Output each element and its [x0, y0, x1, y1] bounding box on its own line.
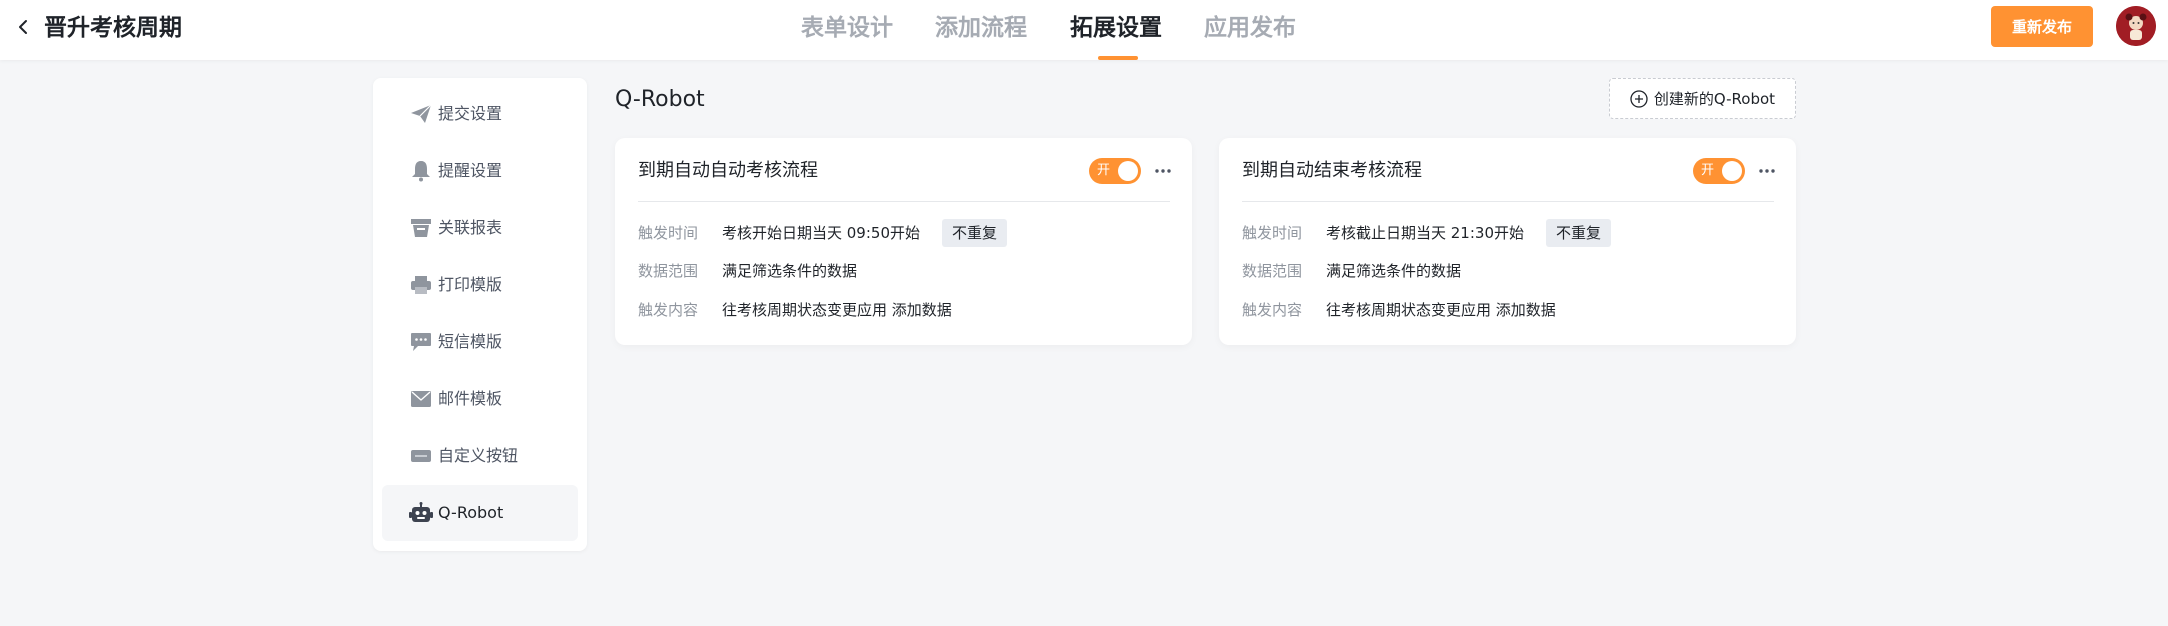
button-icon [409, 445, 433, 467]
send-icon [409, 103, 433, 125]
trigger-time-value: 考核截止日期当天 21:30开始 [1326, 224, 1524, 242]
toggle-knob [1722, 161, 1742, 181]
active-tab-indicator [1098, 56, 1138, 60]
message-icon [409, 331, 433, 353]
toggle-label: 开 [1701, 163, 1715, 178]
sidebar-item-label: 打印模版 [438, 275, 503, 294]
robot-card: 到期自动自动考核流程 开 触发时间 考核开始日期当天 09:50开始 不重复 数… [615, 138, 1192, 345]
sidebar-item-sms-template[interactable]: 短信模版 [382, 314, 578, 370]
sidebar-item-label: 邮件模板 [438, 389, 503, 408]
trigger-content-label: 触发内容 [638, 301, 699, 319]
tab-add-process[interactable]: 添加流程 [935, 12, 1027, 44]
data-scope-label: 数据范围 [1242, 262, 1303, 280]
sidebar-item-label: 提醒设置 [438, 161, 503, 180]
chevron-left-icon [19, 20, 27, 34]
sidebar-item-label: 自定义按钮 [438, 446, 519, 465]
card-divider [1242, 201, 1774, 202]
printer-icon [409, 274, 433, 296]
sidebar-item-mail-template[interactable]: 邮件模板 [382, 371, 578, 427]
repeat-badge: 不重复 [942, 219, 1008, 247]
tab-form-design[interactable]: 表单设计 [801, 12, 893, 44]
sidebar-item-print-template[interactable]: 打印模版 [382, 257, 578, 313]
card-divider [638, 201, 1170, 202]
republish-button[interactable]: 重新发布 [1991, 6, 2093, 47]
sidebar-item-label: 关联报表 [438, 218, 503, 237]
data-scope-value: 满足筛选条件的数据 [1326, 262, 1462, 280]
sidebar-item-linked-report[interactable]: 关联报表 [382, 200, 578, 256]
trigger-time-label: 触发时间 [638, 224, 699, 242]
robot-enable-toggle[interactable]: 开 [1089, 158, 1141, 184]
page-title: Q-Robot [615, 87, 705, 112]
sidebar-item-custom-button[interactable]: 自定义按钮 [382, 428, 578, 484]
more-horizontal-icon [1155, 169, 1171, 173]
more-options-button[interactable] [1152, 160, 1174, 182]
tab-app-publish[interactable]: 应用发布 [1204, 12, 1296, 44]
trigger-content-value: 往考核周期状态变更应用 添加数据 [722, 301, 952, 319]
robot-enable-toggle[interactable]: 开 [1693, 158, 1745, 184]
create-button-label: 创建新的Q-Robot [1653, 90, 1776, 108]
toggle-knob [1118, 161, 1138, 181]
sidebar-item-reminder-settings[interactable]: 提醒设置 [382, 143, 578, 199]
plus-circle-icon [1630, 89, 1648, 108]
app-title: 晋升考核周期 [44, 15, 182, 41]
toggle-label: 开 [1097, 163, 1111, 178]
trigger-time-value: 考核开始日期当天 09:50开始 [722, 224, 920, 242]
bell-icon [409, 160, 433, 182]
trigger-content-label: 触发内容 [1242, 301, 1303, 319]
data-scope-label: 数据范围 [638, 262, 699, 280]
settings-sidebar: 提交设置 提醒设置 关联报表 打印模版 短信模版 邮件模板 自定义按钮 Q-Ro… [373, 78, 587, 551]
more-horizontal-icon [1759, 169, 1775, 173]
avatar[interactable] [2116, 6, 2156, 46]
robot-icon [409, 502, 433, 524]
avatar-image-icon [2116, 6, 2156, 46]
robot-card-title: 到期自动结束考核流程 [1242, 160, 1422, 181]
back-button[interactable] [14, 16, 32, 38]
mail-icon [409, 388, 433, 410]
sidebar-item-label: Q-Robot [438, 503, 504, 522]
trigger-time-label: 触发时间 [1242, 224, 1303, 242]
sidebar-item-label: 短信模版 [438, 332, 503, 351]
tab-extension-settings[interactable]: 拓展设置 [1070, 12, 1162, 44]
robot-card: 到期自动结束考核流程 开 触发时间 考核截止日期当天 21:30开始 不重复 数… [1219, 138, 1796, 345]
report-icon [409, 217, 433, 239]
data-scope-value: 满足筛选条件的数据 [722, 262, 858, 280]
sidebar-item-q-robot[interactable]: Q-Robot [382, 485, 578, 541]
repeat-badge: 不重复 [1546, 219, 1612, 247]
sidebar-item-submit-settings[interactable]: 提交设置 [382, 86, 578, 142]
more-options-button[interactable] [1756, 160, 1778, 182]
top-header: 晋升考核周期 表单设计 添加流程 拓展设置 应用发布 重新发布 [0, 0, 2168, 60]
create-q-robot-button[interactable]: 创建新的Q-Robot [1609, 78, 1796, 119]
robot-card-title: 到期自动自动考核流程 [638, 160, 818, 181]
trigger-content-value: 往考核周期状态变更应用 添加数据 [1326, 301, 1556, 319]
sidebar-item-label: 提交设置 [438, 104, 503, 123]
